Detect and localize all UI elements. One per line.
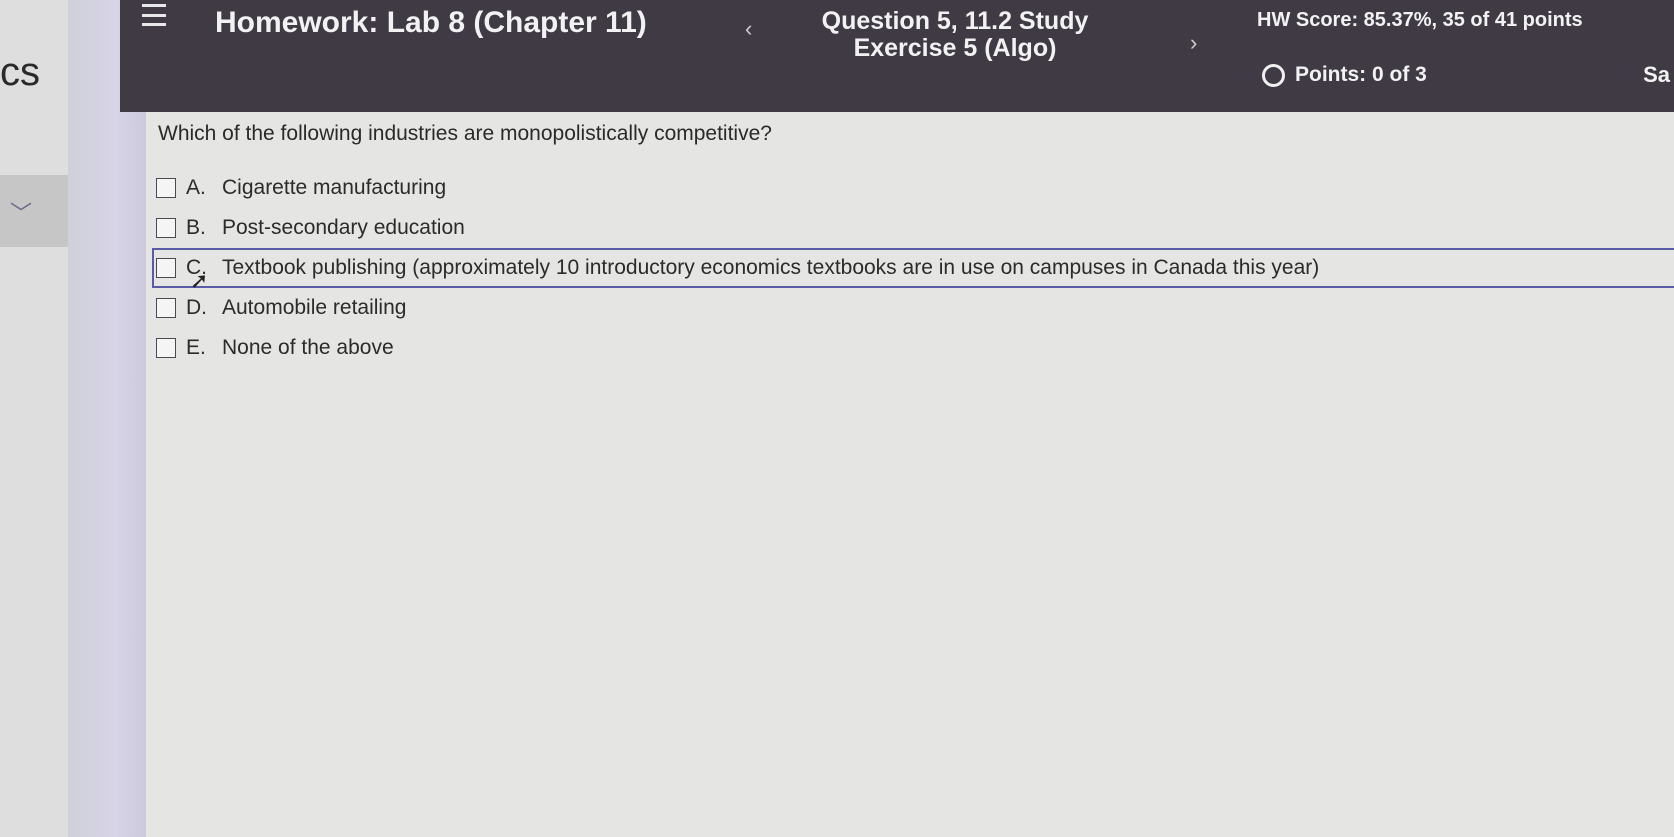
option-c[interactable]: C. Textbook publishing (approximately 10… [152, 248, 1674, 288]
option-text: Cigarette manufacturing [222, 176, 447, 199]
points-status: Points: 0 of 3 [1262, 63, 1427, 87]
option-a[interactable]: A. Cigarette manufacturing [146, 168, 1674, 208]
option-letter: B. [186, 216, 206, 239]
option-text: Automobile retailing [222, 296, 407, 319]
hw-score: HW Score: 85.37%, 35 of 41 points [1257, 9, 1583, 31]
question-panel: Which of the following industries are mo… [146, 112, 1674, 837]
option-checkbox[interactable] [156, 218, 176, 238]
assignment-header: Homework: Lab 8 (Chapter 11) ‹ Question … [120, 0, 1674, 112]
save-button[interactable]: Sa [1643, 62, 1670, 88]
option-text: Textbook publishing (approximately 10 in… [222, 256, 1320, 279]
option-d[interactable]: D. Automobile retailing [146, 288, 1674, 328]
option-letter: D. [186, 296, 207, 319]
option-text: None of the above [222, 336, 394, 359]
question-text: Which of the following industries are mo… [158, 122, 772, 145]
option-text: Post-secondary education [222, 216, 465, 239]
option-checkbox[interactable] [156, 298, 176, 318]
points-label: Points: 0 of 3 [1295, 63, 1427, 86]
option-checkbox[interactable] [156, 258, 176, 278]
next-question-icon[interactable]: › [1190, 30, 1197, 56]
option-checkbox[interactable] [156, 338, 176, 358]
question-title: Question 5, 11.2 Study Exercise 5 (Algo) [821, 7, 1089, 62]
hamburger-menu-icon[interactable] [142, 4, 166, 26]
mouse-pointer-icon: ➚ [190, 268, 209, 293]
option-e[interactable]: E. None of the above [146, 328, 1674, 368]
app-logo-fragment: cs [0, 50, 40, 94]
previous-question-icon[interactable]: ‹ [745, 16, 752, 42]
option-checkbox[interactable] [156, 178, 176, 198]
option-letter: A. [186, 176, 206, 199]
option-letter: E. [186, 336, 206, 359]
left-sidebar: cs ﹀ [0, 0, 69, 837]
sidebar-divider [68, 0, 148, 837]
answer-options: A. Cigarette manufacturing B. Post-secon… [146, 168, 1674, 368]
option-b[interactable]: B. Post-secondary education [146, 208, 1674, 248]
chevron-down-icon[interactable]: ﹀ [10, 196, 32, 228]
homework-title: Homework: Lab 8 (Chapter 11) [215, 6, 647, 39]
points-circle-icon [1262, 63, 1285, 87]
